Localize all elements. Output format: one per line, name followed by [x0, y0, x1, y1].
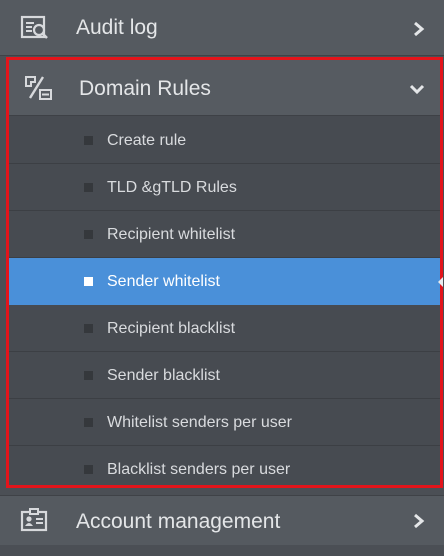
submenu-item-label: TLD &gTLD Rules — [107, 179, 237, 196]
submenu-item-create-rule[interactable]: Create rule — [9, 117, 440, 164]
submenu-item-label: Blacklist senders per user — [107, 461, 291, 478]
bullet-square-icon — [84, 277, 93, 286]
sidebar-bottom-spacer — [0, 545, 444, 556]
chevron-down-icon — [407, 79, 427, 95]
sidebar-nav: Audit log Domain Rules Create rule TLD &… — [0, 0, 444, 556]
submenu-item-recipient-whitelist[interactable]: Recipient whitelist — [9, 211, 440, 258]
bullet-square-icon — [84, 136, 93, 145]
bullet-square-icon — [84, 371, 93, 380]
bullet-square-icon — [84, 183, 93, 192]
sidebar-item-audit-log[interactable]: Audit log — [0, 0, 444, 56]
submenu-item-sender-whitelist[interactable]: Sender whitelist — [9, 258, 443, 305]
bullet-square-icon — [84, 465, 93, 474]
bullet-square-icon — [84, 418, 93, 427]
bullet-square-icon — [84, 324, 93, 333]
sidebar-item-domain-rules[interactable]: Domain Rules — [9, 60, 440, 116]
sidebar-item-account-management[interactable]: Account management — [0, 495, 444, 545]
submenu-item-label: Recipient blacklist — [107, 320, 236, 337]
domain-rules-icon — [23, 74, 53, 102]
submenu-item-recipient-blacklist[interactable]: Recipient blacklist — [9, 305, 440, 352]
submenu-item-label: Create rule — [107, 132, 187, 149]
submenu-item-label: Recipient whitelist — [107, 226, 236, 243]
sidebar-item-label: Domain Rules — [79, 77, 211, 100]
bullet-square-icon — [84, 230, 93, 239]
sidebar-item-label: Audit log — [76, 16, 158, 39]
submenu-item-label: Sender blacklist — [107, 367, 220, 384]
submenu-item-tld-gtld-rules[interactable]: TLD &gTLD Rules — [9, 164, 440, 211]
submenu-item-label: Sender whitelist — [107, 273, 220, 290]
domain-rules-group: Domain Rules Create rule TLD &gTLD Rules… — [6, 57, 443, 488]
submenu-item-label: Whitelist senders per user — [107, 414, 292, 431]
chevron-right-icon — [412, 511, 426, 531]
audit-log-icon — [20, 14, 50, 42]
active-caret-icon — [438, 277, 443, 287]
submenu-item-sender-blacklist[interactable]: Sender blacklist — [9, 352, 440, 399]
submenu-item-blacklist-senders-per-user[interactable]: Blacklist senders per user — [9, 446, 440, 485]
submenu-item-whitelist-senders-per-user[interactable]: Whitelist senders per user — [9, 399, 440, 446]
sidebar-item-label: Account management — [76, 510, 281, 533]
chevron-right-icon — [412, 19, 426, 39]
account-management-icon — [20, 507, 50, 535]
